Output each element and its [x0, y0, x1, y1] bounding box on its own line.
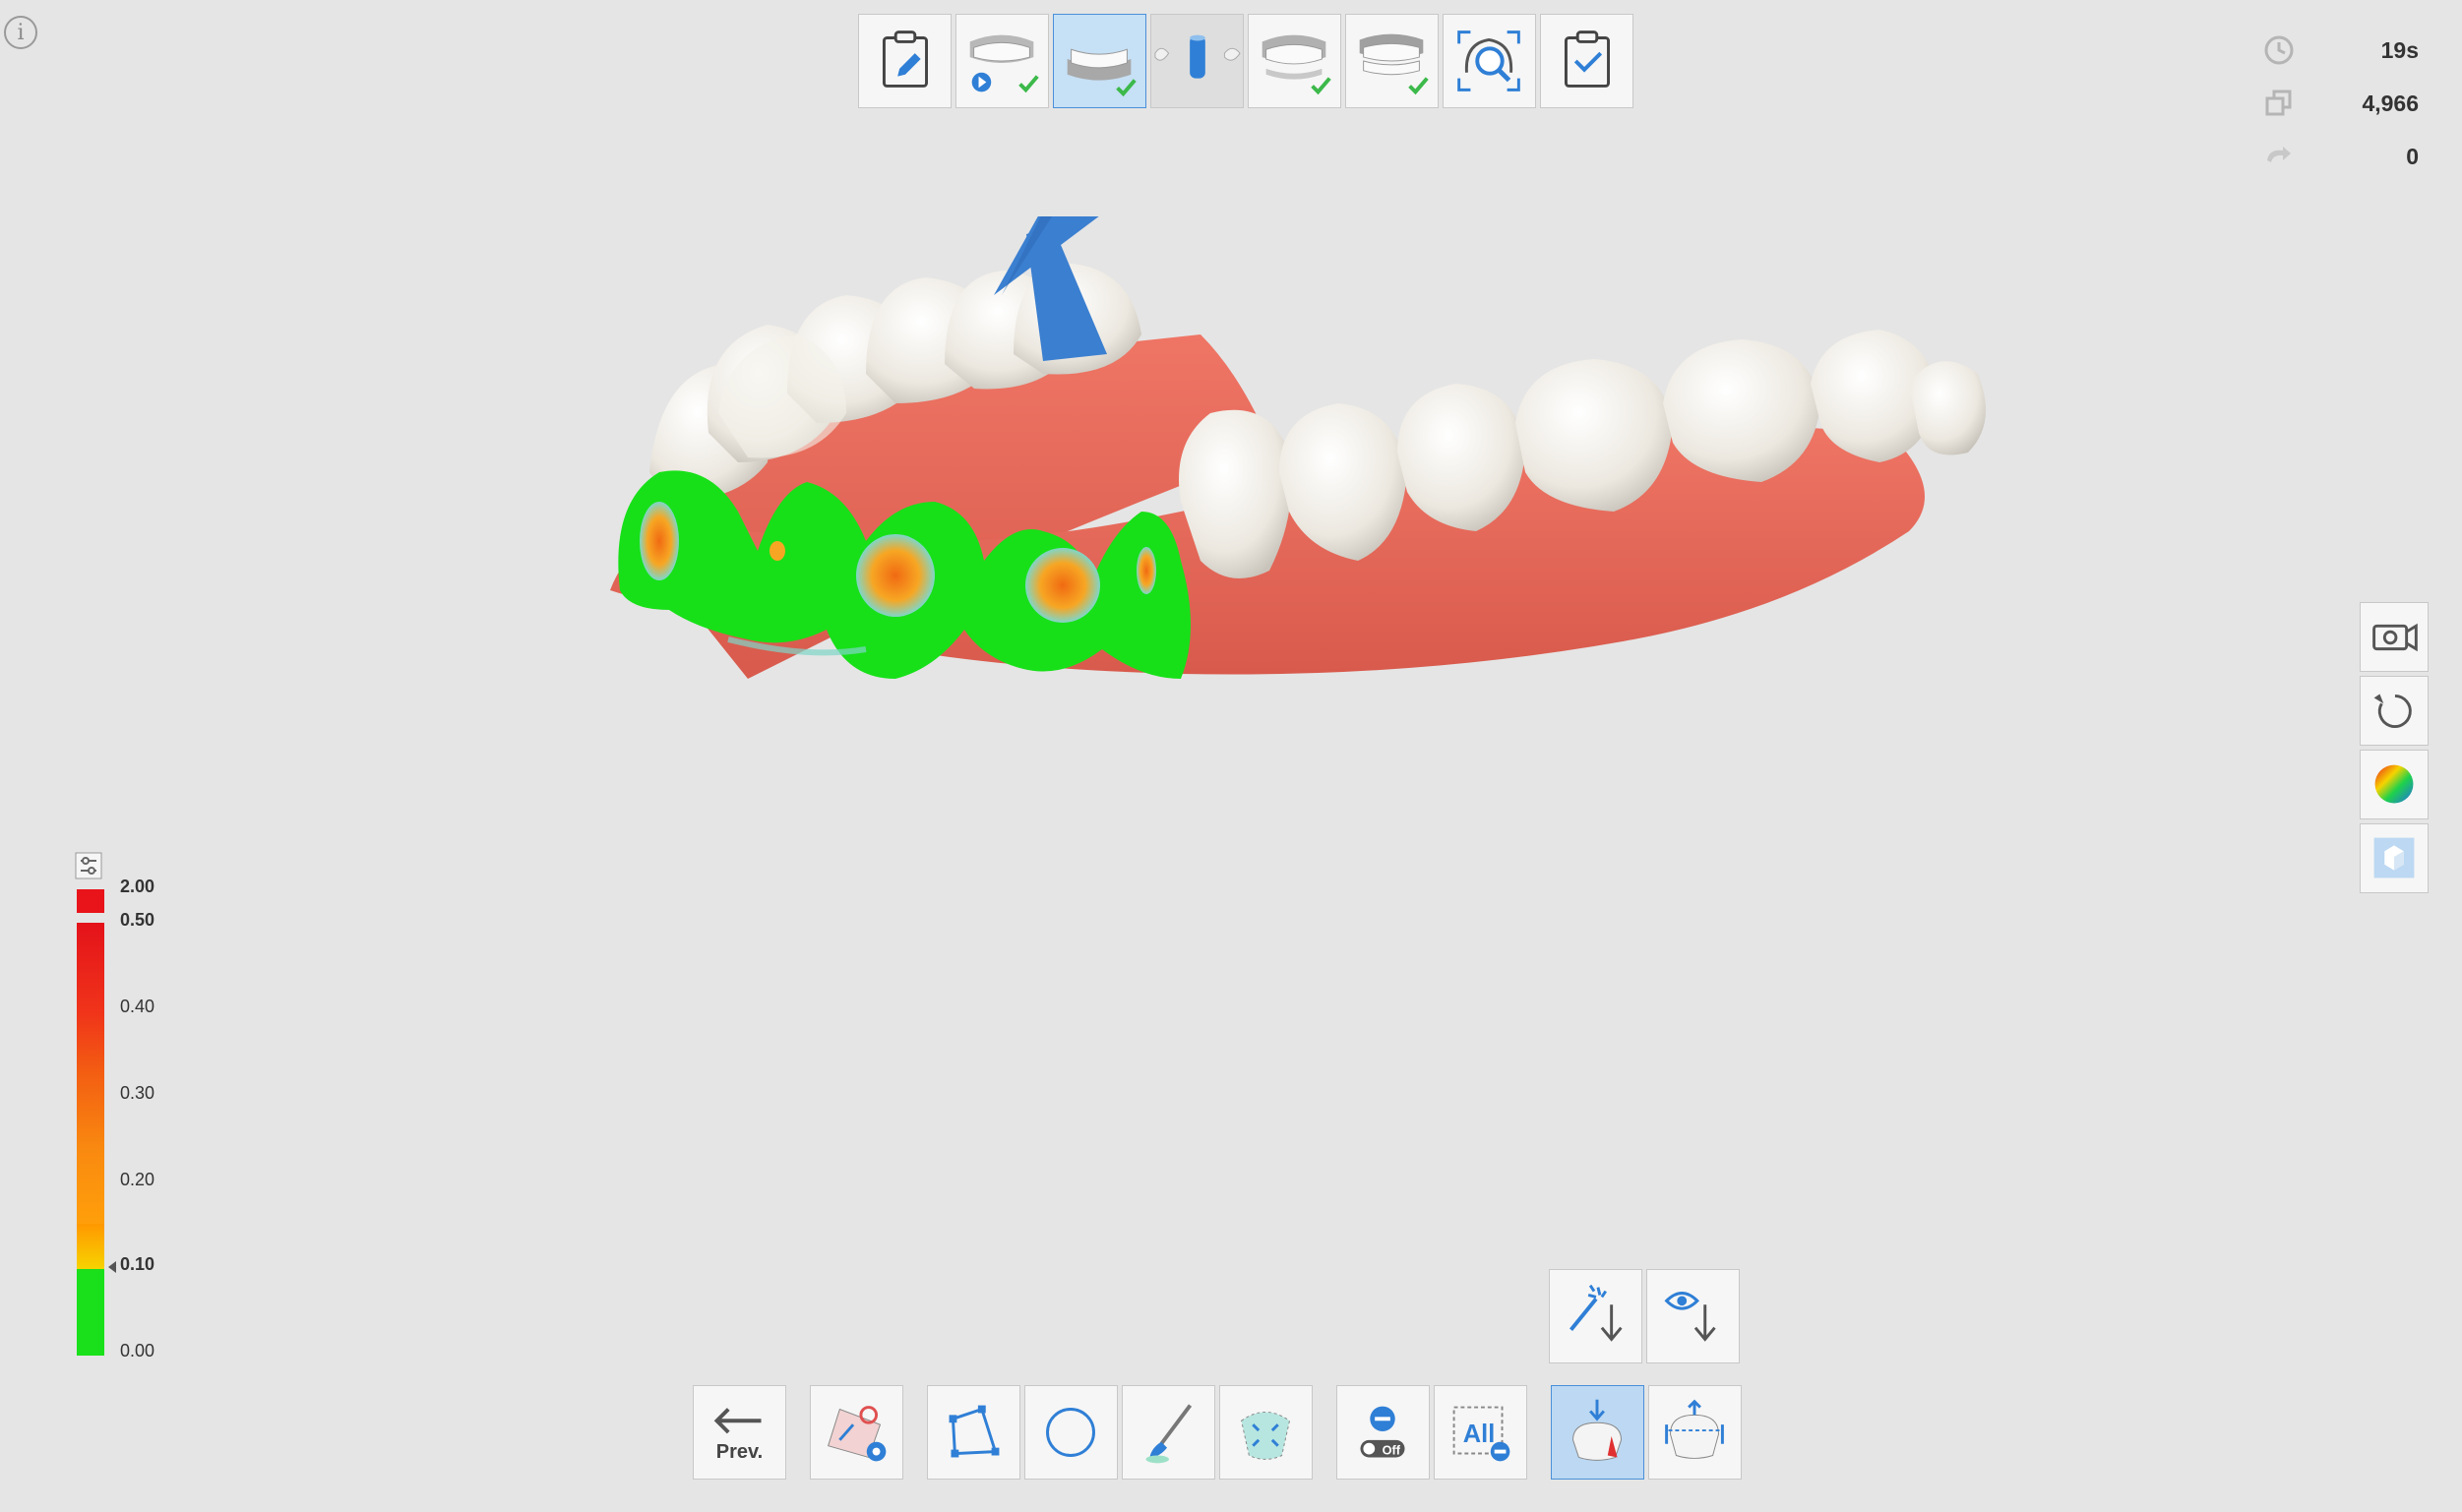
legend-threshold-marker[interactable] — [108, 1261, 116, 1273]
lock-tools — [1549, 1269, 1740, 1363]
mandible-icon — [1067, 48, 1137, 97]
model-settings-button[interactable] — [810, 1385, 903, 1480]
maxilla-tab[interactable] — [1248, 14, 1341, 108]
rotation-value: 0 — [2406, 143, 2419, 169]
all-remove-icon: All — [1452, 1406, 1510, 1462]
legend-label: 0.20 — [120, 1170, 155, 1189]
legend-bar-max — [77, 889, 104, 913]
bottom-toolbar: Prev. Off All — [693, 1385, 1742, 1480]
legend-label: 0.10 — [120, 1254, 155, 1274]
all-label: All — [1463, 1421, 1496, 1448]
legend-label: 0.40 — [120, 997, 155, 1016]
view-tools — [2360, 602, 2429, 893]
margin-icon — [1665, 1399, 1724, 1459]
polygon-select-button[interactable] — [927, 1385, 1020, 1480]
legend-label: 2.00 — [120, 877, 155, 896]
color-sphere-icon — [2374, 764, 2414, 804]
circle-select-button[interactable] — [1024, 1385, 1118, 1480]
maxilla-prep-tab[interactable] — [955, 14, 1049, 108]
dental-model-viewport[interactable] — [551, 216, 2086, 1102]
cube-icon — [2373, 837, 2415, 878]
prev-button[interactable]: Prev. — [693, 1385, 786, 1480]
circle-icon — [1046, 1408, 1095, 1457]
clipboard-check-icon — [1564, 30, 1610, 88]
mandible-prep-tab[interactable] — [1053, 14, 1146, 108]
time-stat: 19s — [2261, 24, 2419, 77]
undercut-icon — [1572, 1399, 1622, 1461]
rotation-icon — [2267, 147, 2291, 162]
maxilla-icon — [1262, 34, 1331, 95]
auto-lock-button[interactable] — [1549, 1269, 1642, 1363]
clipboard-pencil-icon — [882, 30, 928, 88]
brush-select-button[interactable] — [1122, 1385, 1215, 1480]
legend-label: 0.00 — [120, 1341, 155, 1361]
scan-body-tab[interactable] — [1150, 14, 1244, 108]
magic-wand-down-icon — [1570, 1284, 1623, 1342]
margin-button[interactable] — [1648, 1385, 1742, 1480]
legend-bar-yellow — [77, 1224, 104, 1269]
color-map-button[interactable] — [2360, 750, 2429, 819]
reset-rotate-icon — [2373, 694, 2412, 728]
toggle-off-label: Off — [1383, 1443, 1401, 1458]
legend-label: 0.50 — [120, 910, 155, 930]
region-select-icon — [1240, 1411, 1291, 1460]
info-button[interactable]: i — [4, 16, 37, 49]
time-value: 19s — [2380, 36, 2419, 63]
frames-stat: 4,966 — [2261, 77, 2419, 130]
frames-value: 4,966 — [2362, 90, 2419, 116]
clock-icon — [2264, 35, 2294, 65]
region-select-button[interactable] — [1219, 1385, 1313, 1480]
camera-icon — [2372, 623, 2418, 652]
scan-stats: 19s 4,966 0 — [2261, 24, 2419, 183]
legend-bar-gradient — [77, 923, 104, 1224]
minus-toggle-icon: Off — [1360, 1406, 1405, 1458]
eye-down-icon — [1664, 1292, 1716, 1342]
rotation-stat: 0 — [2261, 130, 2419, 183]
reset-view-button[interactable] — [2360, 676, 2429, 746]
prev-label: Prev. — [715, 1441, 764, 1463]
mandible-tab[interactable] — [1345, 14, 1439, 108]
legend-label: 0.30 — [120, 1083, 155, 1103]
arrow-left-icon — [713, 1408, 762, 1434]
lock-toggle-button[interactable]: Off — [1336, 1385, 1430, 1480]
deviation-legend: 2.00 0.50 0.40 0.30 0.20 0.10 0.00 — [75, 852, 183, 1363]
maxilla-play-icon — [969, 34, 1039, 93]
legend-bar-green — [77, 1269, 104, 1356]
visible-lock-button[interactable] — [1646, 1269, 1740, 1363]
review-tab[interactable] — [1540, 14, 1633, 108]
occlusion-search-icon — [1457, 30, 1520, 91]
camera-button[interactable] — [2360, 602, 2429, 672]
mandible-full-icon — [1359, 33, 1429, 95]
all-remove-button[interactable]: All — [1434, 1385, 1527, 1480]
info-icon: i — [17, 20, 25, 45]
frames-icon — [2265, 90, 2292, 116]
polygon-icon — [949, 1405, 1000, 1458]
notes-tab[interactable] — [858, 14, 952, 108]
scan-body-icon — [1154, 34, 1241, 79]
solid-view-button[interactable] — [2360, 823, 2429, 893]
top-toolbar — [858, 14, 1633, 108]
undercut-button[interactable] — [1551, 1385, 1644, 1480]
occlusion-analysis-tab[interactable] — [1443, 14, 1536, 108]
legend-settings-icon[interactable] — [75, 852, 102, 879]
model-settings-icon — [828, 1406, 887, 1462]
brush-icon — [1145, 1404, 1193, 1464]
